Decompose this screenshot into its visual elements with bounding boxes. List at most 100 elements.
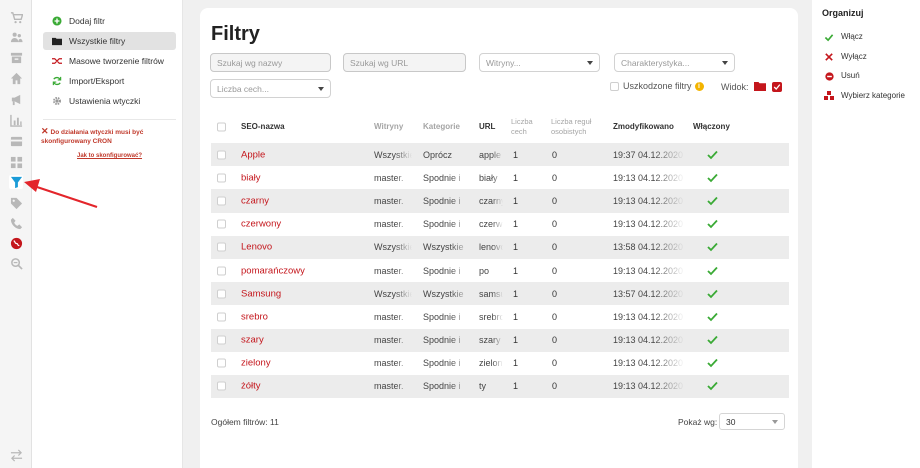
card-icon[interactable] [9, 134, 23, 148]
feature-select[interactable]: Charakterystyka... [614, 53, 735, 72]
table-row[interactable]: czerwony master. Spodnie i czerwony 1 0 19:13 … [211, 213, 789, 236]
search-url-input[interactable]: Szukaj wg URL [343, 53, 466, 72]
cell-url: po [479, 265, 490, 276]
parts-count-select[interactable]: Liczba cech... [210, 79, 331, 98]
organize-choose-categories[interactable]: Wybierz kategorie [824, 91, 914, 101]
sites-select[interactable]: Witryny... [479, 53, 600, 72]
tag-icon[interactable] [9, 196, 23, 210]
enabled-check-icon[interactable] [707, 289, 718, 299]
cell-seo-name[interactable]: zielony [241, 358, 366, 369]
table-row[interactable]: żółty master. Spodnie i ty 1 0 19:13 04.12.202… [211, 374, 789, 399]
enabled-check-icon[interactable] [707, 173, 718, 183]
table-row[interactable]: zielony master. Spodnie i zielony 1 0 19:13 04… [211, 352, 789, 375]
row-checkbox[interactable] [217, 289, 226, 299]
cell-seo-name[interactable]: Samsung [241, 288, 366, 299]
table-row[interactable]: czarny master. Spodnie i czarny 1 0 19:13 04.1… [211, 189, 789, 213]
cell-seo-name[interactable]: żółty [241, 381, 366, 392]
submenu-item-add-filter[interactable]: Dodaj filtr [43, 12, 176, 30]
damaged-filters-toggle[interactable]: Uszkodzone filtry i [610, 81, 704, 91]
cell-sites: Wszystkie [374, 242, 412, 253]
modules-icon[interactable] [9, 155, 23, 169]
organize-enable[interactable]: Włącz [824, 32, 863, 42]
info-icon[interactable]: i [694, 81, 704, 91]
zoom-icon[interactable] [9, 256, 23, 270]
row-checkbox[interactable] [217, 219, 226, 229]
filter-icon[interactable] [9, 175, 23, 189]
enabled-check-icon[interactable] [707, 150, 718, 159]
cart-icon[interactable] [9, 10, 23, 24]
table-row[interactable]: szary master. Spodnie i szary 1 0 19:13 04.12.… [211, 328, 789, 352]
organize-disable[interactable]: Wyłącz [824, 52, 867, 62]
cell-seo-name[interactable]: czerwony [241, 219, 366, 230]
col-seo-name[interactable]: SEO-nazwa [241, 122, 285, 132]
col-sites[interactable]: Witryny [374, 122, 403, 132]
cell-category: Spodnie i [423, 195, 461, 206]
table-row[interactable]: biały master. Spodnie i biały 1 0 19:13 04.12.… [211, 166, 789, 189]
organize-item-label: Wyłącz [841, 52, 867, 61]
enabled-check-icon[interactable] [707, 312, 718, 322]
submenu-item-all-filters[interactable]: Wszystkie filtry [43, 32, 176, 50]
cell-url: apple [479, 149, 502, 160]
cell-personal-rules: 0 [552, 195, 558, 206]
submenu-item-settings[interactable]: Ustawienia wtyczki [43, 92, 176, 110]
col-enabled[interactable]: Włączony [693, 122, 730, 132]
row-checkbox[interactable] [217, 381, 226, 391]
table-row[interactable]: srebro master. Spodnie i srebro 1 0 19:13 04.1… [211, 305, 789, 328]
search-name-input[interactable]: Szukaj wg nazwy [210, 53, 331, 72]
enabled-check-icon[interactable] [707, 220, 718, 229]
minus-circle-icon [824, 71, 834, 81]
enabled-check-icon[interactable] [707, 335, 718, 345]
row-checkbox[interactable] [217, 150, 226, 160]
select-all-checkbox[interactable] [217, 122, 226, 132]
enabled-check-icon[interactable] [707, 196, 718, 206]
cell-url: lenovo [479, 242, 503, 253]
damaged-filters-checkbox[interactable] [610, 81, 619, 91]
phone-icon[interactable] [9, 216, 23, 230]
organize-delete[interactable]: Usuń [824, 71, 860, 81]
col-personal-rules[interactable]: Liczba reguł osobistych [551, 117, 591, 137]
megaphone-icon[interactable] [9, 92, 23, 106]
submenu-item-import-export[interactable]: Import/Eksport [43, 72, 176, 90]
arrows-icon[interactable] [9, 448, 23, 462]
row-checkbox[interactable] [217, 242, 226, 252]
enabled-check-icon[interactable] [707, 382, 718, 391]
cell-seo-name[interactable]: pomarańczowy [241, 265, 366, 276]
cron-help-link[interactable]: Jak to skonfigurować? [77, 153, 142, 159]
table-row[interactable]: Lenovo Wszystkie Wszystkie lenovo 1 0 13:58 04… [211, 235, 789, 259]
row-checkbox[interactable] [217, 358, 226, 368]
row-checkbox[interactable] [217, 335, 226, 345]
row-checkbox[interactable] [217, 312, 226, 322]
view-checkbox-checked[interactable] [771, 82, 782, 92]
enabled-check-icon[interactable] [707, 359, 718, 368]
row-checkbox[interactable] [217, 173, 226, 183]
chart-icon[interactable] [9, 113, 23, 127]
enabled-check-icon[interactable] [707, 243, 718, 252]
cell-seo-name[interactable]: szary [241, 335, 366, 346]
table-row[interactable]: Samsung Wszystkie Wszystkie samsung 1 0 13:57 … [211, 282, 789, 306]
folder-view-icon[interactable] [753, 81, 766, 93]
table-row[interactable]: Apple Wszystkie Oprócz apple 1 0 19:37 04.12.2… [211, 143, 789, 167]
col-url[interactable]: URL [479, 122, 495, 132]
globe-icon[interactable] [9, 236, 23, 250]
home-icon[interactable] [9, 71, 23, 85]
cell-seo-name[interactable]: Apple [241, 149, 366, 160]
table-row[interactable]: pomarańczowy master. Spodnie i po 1 0 19:13 04… [211, 259, 789, 282]
enabled-check-icon[interactable] [707, 266, 718, 275]
gear-icon [51, 96, 62, 107]
cell-seo-name[interactable]: Lenovo [241, 242, 366, 253]
col-modified[interactable]: Zmodyfikowano [613, 122, 674, 132]
submenu-item-label: Ustawienia wtyczki [69, 96, 141, 106]
cell-seo-name[interactable]: biały [241, 172, 366, 183]
cell-seo-name[interactable]: srebro [241, 311, 366, 322]
cell-seo-name[interactable]: czarny [241, 195, 366, 206]
col-category[interactable]: Kategorie [423, 122, 460, 132]
per-page-select[interactable]: 30 [719, 413, 785, 430]
row-checkbox[interactable] [217, 266, 226, 276]
col-feature-count[interactable]: Liczba cech [511, 117, 533, 137]
users-icon[interactable] [9, 30, 23, 44]
row-checkbox[interactable] [217, 196, 226, 206]
archive-icon[interactable] [9, 50, 23, 64]
submenu-item-bulk-create[interactable]: Masowe tworzenie filtrów [43, 52, 176, 70]
organize-item-label: Usuń [841, 71, 860, 80]
cron-warning: ✕ Do działania wtyczki musi być skonfigur… [41, 127, 176, 146]
